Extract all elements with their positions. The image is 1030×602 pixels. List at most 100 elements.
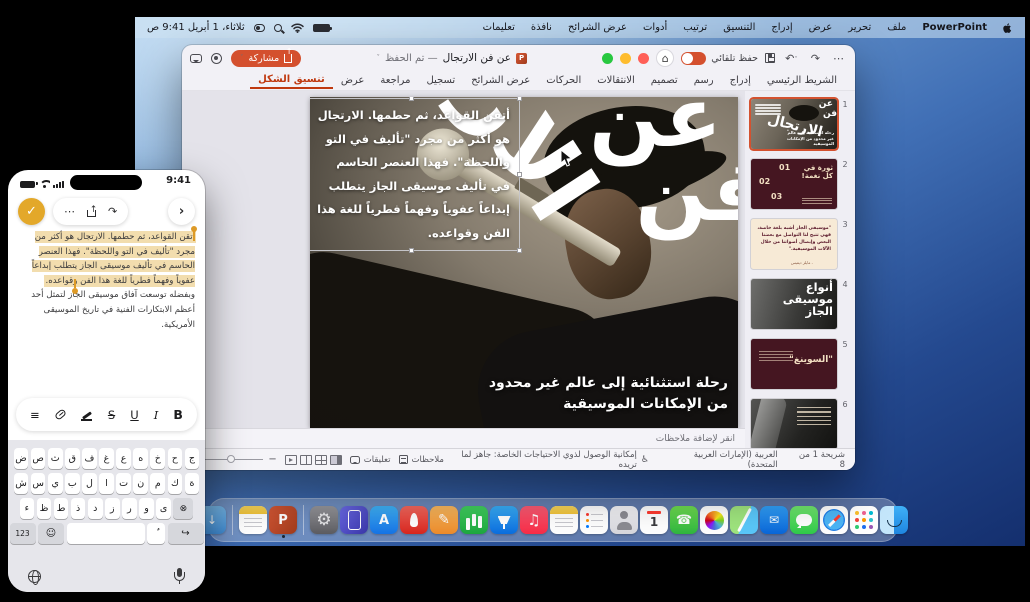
powerpoint-window[interactable]: ⌂ حفظ تلقائي ↶ˇ ↷ ⋯ P عن فن الارتجال — ت… — [182, 45, 855, 470]
launchpad-icon[interactable] — [850, 506, 878, 534]
key-ز[interactable]: ز — [105, 498, 120, 519]
normal-view-button[interactable] — [330, 455, 342, 465]
bold-button[interactable]: B — [173, 407, 183, 422]
zoom-out-button[interactable]: − — [268, 454, 276, 465]
slide-thumbnail-6[interactable] — [751, 399, 837, 448]
ribbon-tab[interactable]: الحركات — [538, 73, 589, 88]
wifi-icon[interactable] — [291, 23, 304, 33]
slide-body-text[interactable]: أتقن القواعد، ثم حطمها. الارتجال هو أكثر… — [314, 104, 510, 245]
strikethrough-button[interactable]: S — [108, 408, 115, 422]
slide-thumbnail-1[interactable]: عن فن الارتجال رحلة استثنائية إلى عالم غ… — [751, 99, 837, 149]
key-ل[interactable]: ل — [82, 473, 97, 494]
spotlight-search-icon[interactable] — [274, 24, 282, 32]
dictation-mic-icon[interactable] — [173, 568, 185, 584]
zoom-window-button[interactable] — [602, 53, 613, 64]
contacts-icon[interactable] — [610, 506, 638, 534]
italic-button[interactable]: I — [154, 408, 159, 422]
key-ع[interactable]: ع — [116, 448, 131, 469]
key-غ[interactable]: غ — [99, 448, 114, 469]
iphone-mirroring-window[interactable]: 9:41 ✓ ⋯ ↑ ↷ › أتقن القواعد، ثم حطمها. ا… — [8, 170, 205, 592]
key-ر[interactable]: ر — [122, 498, 137, 519]
key-ق[interactable]: ق — [65, 448, 80, 469]
more-toolbar-icon[interactable]: ⋯ — [830, 52, 847, 65]
key-ض[interactable]: ض — [14, 448, 29, 469]
menu-item[interactable]: تعليمات — [475, 22, 523, 33]
phone-icon[interactable]: ☎ — [670, 506, 698, 534]
menu-item[interactable]: أدوات — [635, 22, 675, 33]
menu-clock[interactable]: ثلاثاء، 1 أبريل 9:41 ص — [147, 22, 245, 33]
ribbon-tab[interactable]: عرض — [333, 73, 373, 88]
numbers-icon[interactable] — [460, 506, 488, 534]
done-button[interactable]: ✓ — [18, 198, 45, 225]
numbers-key[interactable]: 123 — [10, 523, 36, 544]
key-ظ[interactable]: ظ — [37, 498, 52, 519]
globe-keyboard-icon[interactable] — [28, 570, 41, 583]
slide-thumbnail-2[interactable]: ثورة في كل نغمة! 01 02 03 — [751, 159, 837, 209]
selected-text[interactable]: أتقن القواعد، ثم حطمها. الارتجال هو أكثر… — [32, 232, 195, 286]
resize-handle[interactable] — [409, 248, 414, 253]
ribbon-tab[interactable]: تنسيق الشكل — [250, 72, 333, 89]
forward-chevron-icon[interactable]: › — [168, 198, 195, 225]
key-ذ[interactable]: ذ — [71, 498, 86, 519]
emoji-key[interactable]: ☺ — [38, 523, 64, 544]
zoom-slider[interactable] — [205, 459, 263, 461]
minimize-window-button[interactable] — [620, 53, 631, 64]
key-ك[interactable]: ك — [168, 473, 183, 494]
music-icon[interactable]: ♫ — [520, 506, 548, 534]
calendar-icon[interactable]: 1 — [640, 506, 668, 534]
apple-logo-icon[interactable] — [1001, 22, 1013, 34]
autosave-toggle[interactable] — [681, 52, 706, 65]
key-ء[interactable]: ء — [20, 498, 35, 519]
notes-bar[interactable]: انقر لإضافة ملاحظات — [182, 428, 745, 448]
key-ج[interactable]: ج — [185, 448, 200, 469]
slide-title-word-2[interactable]: فن — [635, 149, 738, 233]
ribbon-tab[interactable]: مراجعة — [372, 73, 418, 88]
control-center-icon[interactable] — [254, 24, 265, 32]
ribbon-tab[interactable]: الشريط الرئيسي — [759, 73, 845, 88]
notes-icon[interactable] — [550, 506, 578, 534]
menu-item[interactable]: عرض الشرائح — [560, 22, 635, 33]
key-ب[interactable]: ب — [65, 473, 80, 494]
ribbon-tab[interactable]: الانتقالات — [589, 73, 643, 88]
key-ف[interactable]: ف — [82, 448, 97, 469]
reminders-icon[interactable] — [580, 506, 608, 534]
list-format-icon[interactable]: ≡ — [30, 408, 40, 422]
mail-icon[interactable]: ✉ — [760, 506, 788, 534]
backspace-key[interactable]: ⊗ — [173, 498, 193, 519]
selected-text-box[interactable]: أتقن القواعد، ثم حطمها. الارتجال هو أكثر… — [310, 98, 520, 251]
resize-handle[interactable] — [517, 248, 522, 253]
menu-item[interactable]: ترتيب — [675, 22, 715, 33]
home-icon[interactable]: ⌂ — [656, 49, 674, 67]
key-و[interactable]: و — [139, 498, 154, 519]
share-button[interactable]: مشاركة ˇ — [231, 50, 301, 67]
zoom-slider-knob[interactable] — [227, 455, 235, 463]
diacritic-key[interactable]: ٌ — [147, 523, 165, 544]
battery-icon[interactable] — [313, 24, 330, 32]
comment-icon[interactable] — [190, 54, 202, 63]
maps-icon[interactable] — [730, 506, 758, 534]
key-خ[interactable]: خ — [150, 448, 165, 469]
safari-icon[interactable] — [820, 506, 848, 534]
ribbon-tab[interactable]: تصميم — [643, 73, 686, 88]
key-س[interactable]: س — [31, 473, 46, 494]
settings-icon[interactable]: ⚙ — [310, 506, 338, 534]
key-ح[interactable]: ح — [168, 448, 183, 469]
slide-thumbnail-4[interactable]: أنواع موسيقى الجاز — [751, 279, 837, 329]
notes-document-icon[interactable] — [239, 506, 267, 534]
key-ه[interactable]: ه — [133, 448, 148, 469]
key-ى[interactable]: ى — [156, 498, 171, 519]
key-ت[interactable]: ت — [116, 473, 131, 494]
keynote-icon[interactable] — [490, 506, 518, 534]
highlighter-icon[interactable] — [81, 409, 93, 421]
key-ة[interactable]: ة — [185, 473, 200, 494]
finder-icon[interactable] — [880, 506, 908, 534]
share-icon[interactable]: ↑ — [87, 206, 96, 217]
app-store-icon[interactable]: A — [370, 506, 398, 534]
ribbon-tab[interactable]: رسم — [686, 73, 722, 88]
slide-thumbnail-3[interactable]: "موسيقى الجاز أشبه بلغة خاصة، فهي تتيح ل… — [751, 219, 837, 269]
notes-button[interactable]: ملاحظات — [399, 455, 444, 465]
iphone-text-editor[interactable]: أتقن القواعد، ثم حطمها. الارتجال هو أكثر… — [18, 230, 195, 332]
photos-icon[interactable] — [700, 506, 728, 534]
comments-button[interactable]: تعليقات — [350, 455, 391, 465]
menu-app-name[interactable]: PowerPoint — [914, 22, 995, 33]
